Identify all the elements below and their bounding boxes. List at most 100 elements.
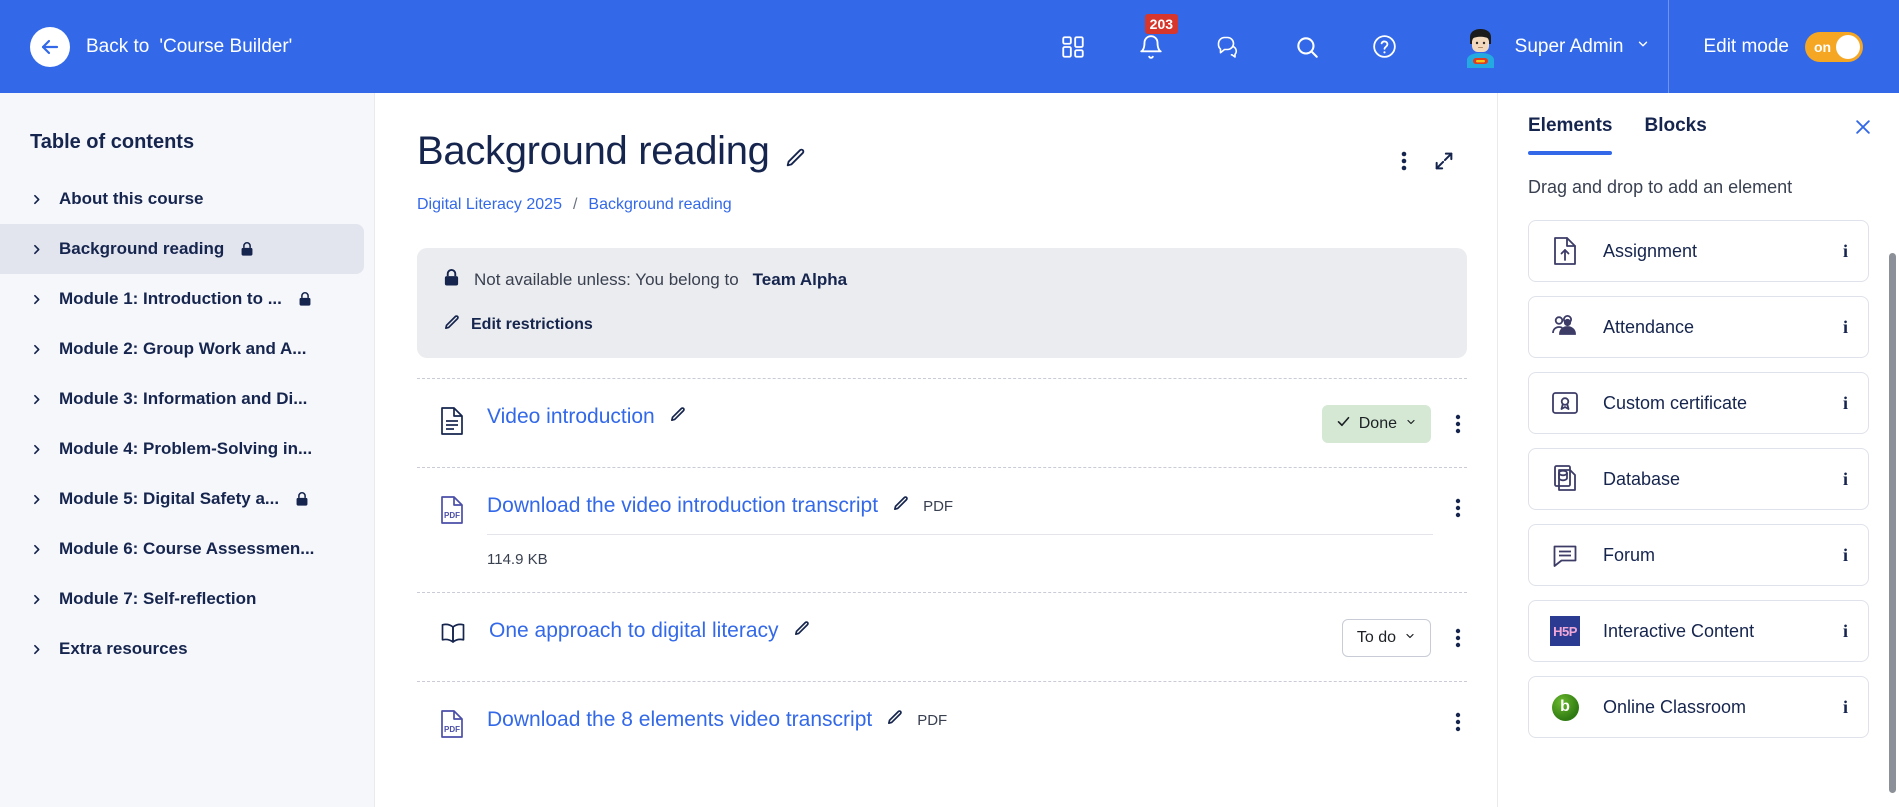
activity-actions: To do [1341, 619, 1467, 657]
element-card-1[interactable]: Attendance i [1528, 296, 1869, 358]
sidebar-item-label: Module 1: Introduction to ... [59, 289, 282, 308]
activity-link[interactable]: Download the video introduction transcri… [487, 494, 878, 518]
chevron-right-icon[interactable] [30, 193, 43, 206]
edit-mode-toggle[interactable]: on [1805, 31, 1863, 62]
chevron-right-icon[interactable] [30, 443, 43, 456]
activity-row: One approach to digital literacy To do [417, 592, 1467, 681]
edit-restrictions-button[interactable]: Edit restrictions [443, 314, 1441, 336]
sidebar-item-0[interactable]: About this course [0, 174, 364, 224]
element-card-label: Attendance [1603, 316, 1695, 337]
completion-status-todo[interactable]: To do [1341, 619, 1431, 657]
database-icon [1549, 463, 1581, 495]
sidebar-item-label: Module 4: Problem-Solving in... [59, 439, 313, 458]
chevron-right-icon[interactable] [30, 643, 43, 656]
element-card-5[interactable]: H5P Interactive Content i [1528, 600, 1869, 662]
back-button[interactable]: Back to 'Course Builder' [30, 26, 292, 67]
activity-actions [1449, 494, 1467, 522]
breadcrumb-current-link[interactable]: Background reading [588, 196, 731, 214]
certificate-icon [1549, 387, 1581, 419]
edit-title-pencil-icon[interactable] [784, 147, 806, 169]
chevron-right-icon[interactable] [30, 243, 43, 256]
sidebar-item-label: Extra resources [59, 639, 188, 658]
close-icon[interactable] [1853, 117, 1873, 153]
panel-tabs: Elements Blocks [1498, 93, 1899, 155]
lock-icon [298, 291, 312, 307]
apps-grid-icon[interactable] [1057, 31, 1089, 63]
activity-link[interactable]: Download the 8 elements video transcript [487, 708, 872, 732]
sidebar-item-5[interactable]: Module 4: Problem-Solving in... [0, 424, 364, 474]
element-card-6[interactable]: b Online Classroom i [1528, 676, 1869, 738]
element-card-4[interactable]: Forum i [1528, 524, 1869, 586]
activity-meta: 114.9 KB [487, 534, 1433, 568]
sidebar-item-9[interactable]: Extra resources [0, 624, 364, 674]
element-card-label: Interactive Content [1603, 620, 1755, 641]
edit-activity-pencil-icon[interactable] [886, 709, 903, 731]
completion-status-label: Done [1358, 415, 1397, 432]
sidebar-item-3[interactable]: Module 2: Group Work and A... [0, 324, 364, 374]
edit-activity-pencil-icon[interactable] [892, 495, 909, 517]
restriction-text-row: Not available unless: You belong to Team… [443, 268, 1441, 292]
activity-row: PDF Download the 8 elements video transcr… [417, 681, 1467, 763]
activity-more-actions-kebab-icon[interactable] [1449, 410, 1467, 438]
activity-title-row: One approach to digital literacy [489, 619, 1326, 643]
edit-activity-pencil-icon[interactable] [793, 620, 810, 642]
element-card-2[interactable]: Custom certificate i [1528, 372, 1869, 434]
info-icon[interactable]: i [1843, 241, 1848, 262]
sidebar-item-6[interactable]: Module 5: Digital Safety a... [0, 474, 364, 524]
tab-blocks[interactable]: Blocks [1644, 115, 1706, 155]
activity-more-actions-kebab-icon[interactable] [1449, 708, 1467, 736]
elements-panel: Elements Blocks Drag and drop to add an … [1497, 93, 1899, 807]
breadcrumb-course-link[interactable]: Digital Literacy 2025 [417, 196, 562, 214]
sidebar-item-2[interactable]: Module 1: Introduction to ... [0, 274, 364, 324]
expand-fullscreen-icon[interactable] [1433, 150, 1455, 172]
chevron-right-icon[interactable] [30, 343, 43, 356]
book-icon [439, 620, 467, 648]
svg-text:PDF: PDF [444, 725, 460, 734]
chevron-right-icon[interactable] [30, 593, 43, 606]
chevron-right-icon[interactable] [30, 293, 43, 306]
breadcrumb-separator: / [572, 196, 578, 213]
element-card-3[interactable]: Database i [1528, 448, 1869, 510]
info-icon[interactable]: i [1843, 393, 1848, 414]
edit-mode-label: Edit mode [1703, 35, 1789, 57]
edit-activity-pencil-icon[interactable] [669, 406, 686, 428]
info-icon[interactable]: i [1843, 545, 1848, 566]
info-icon[interactable]: i [1843, 317, 1848, 338]
tab-elements[interactable]: Elements [1528, 115, 1613, 155]
page-more-actions-kebab-icon[interactable] [1401, 149, 1407, 173]
panel-scrollbar[interactable] [1889, 253, 1896, 793]
activity-list: Video introduction Done PDF Download the vi… [417, 378, 1467, 763]
element-card-label: Database [1603, 468, 1681, 489]
activity-link[interactable]: One approach to digital literacy [489, 619, 779, 643]
edit-restrictions-label: Edit restrictions [471, 316, 593, 333]
sidebar-item-7[interactable]: Module 6: Course Assessmen... [0, 524, 364, 574]
completion-status-done[interactable]: Done [1321, 405, 1431, 443]
top-navbar: Back to 'Course Builder' 203 Super Admin… [0, 0, 1899, 93]
user-menu[interactable]: Super Admin [1458, 25, 1651, 68]
messages-icon[interactable] [1213, 31, 1245, 63]
info-icon[interactable]: i [1843, 469, 1848, 490]
restriction-notice: Not available unless: You belong to Team… [417, 248, 1467, 358]
lock-icon [295, 491, 309, 507]
chevron-right-icon[interactable] [30, 393, 43, 406]
activity-actions [1449, 708, 1467, 736]
edit-mode-control[interactable]: Edit mode on [1668, 0, 1899, 93]
activity-type-label: PDF [923, 497, 954, 515]
notifications-bell-icon[interactable]: 203 [1135, 13, 1179, 63]
chevron-right-icon[interactable] [30, 543, 43, 556]
sidebar-item-4[interactable]: Module 3: Information and Di... [0, 374, 364, 424]
restriction-group: Team Alpha [752, 270, 848, 289]
activity-more-actions-kebab-icon[interactable] [1449, 624, 1467, 652]
element-card-0[interactable]: Assignment i [1528, 220, 1869, 282]
info-icon[interactable]: i [1843, 621, 1848, 642]
sidebar-item-list: About this course Background reading Modul… [0, 174, 374, 674]
search-icon[interactable] [1291, 31, 1323, 63]
info-icon[interactable]: i [1843, 697, 1848, 718]
activity-link[interactable]: Video introduction [487, 405, 655, 429]
sidebar-item-8[interactable]: Module 7: Self-reflection [0, 574, 364, 624]
chevron-right-icon[interactable] [30, 493, 43, 506]
sidebar-item-1[interactable]: Background reading [0, 224, 364, 274]
help-icon[interactable] [1369, 31, 1401, 63]
h5p-icon: H5P [1549, 615, 1581, 647]
activity-more-actions-kebab-icon[interactable] [1449, 494, 1467, 522]
